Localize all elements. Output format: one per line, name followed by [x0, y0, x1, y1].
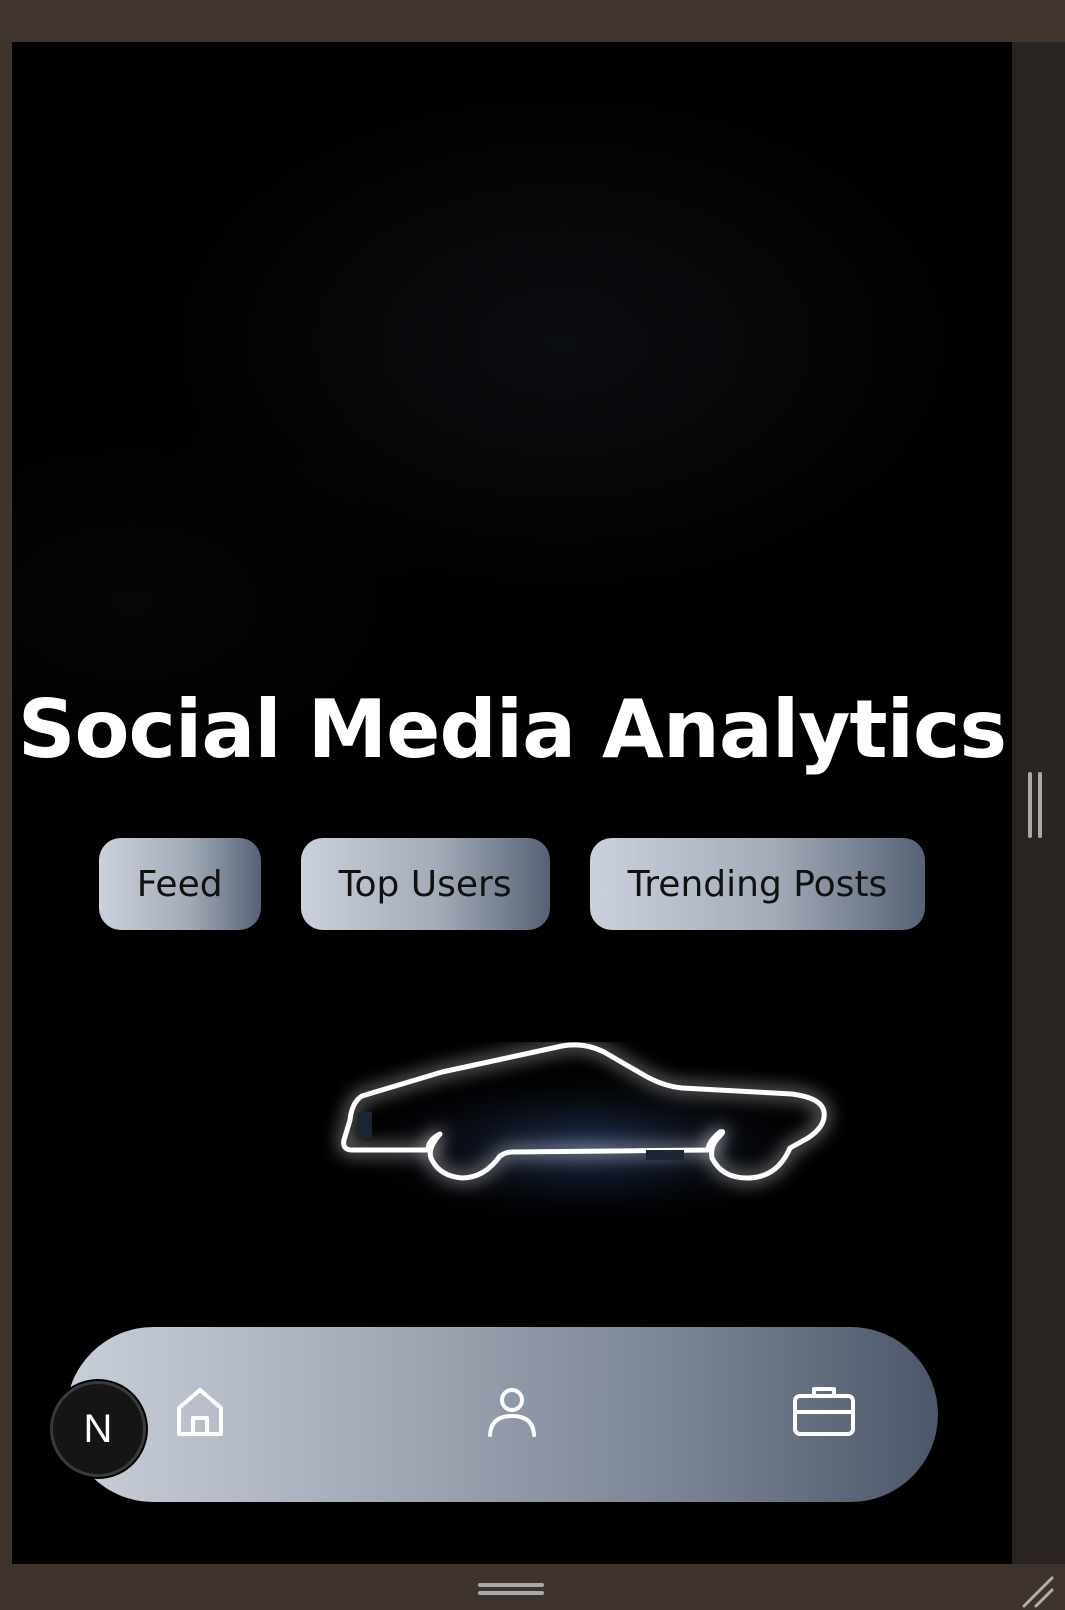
neon-car-illustration [327, 1042, 847, 1232]
window-frame: Social Media Analytics Feed Top Users Tr… [0, 0, 1065, 1610]
top-strip [0, 0, 1065, 42]
badge-letter: N [83, 1406, 113, 1451]
horizontal-resize-handle[interactable] [478, 1583, 544, 1599]
user-icon[interactable] [477, 1376, 547, 1446]
nextjs-badge[interactable]: N [50, 1381, 146, 1477]
briefcase-icon[interactable] [789, 1376, 859, 1446]
vertical-resize-handle[interactable] [1028, 772, 1048, 838]
resize-grip-icon[interactable] [1018, 1572, 1054, 1608]
tab-trending-posts[interactable]: Trending Posts [589, 838, 926, 930]
home-icon[interactable] [165, 1376, 235, 1446]
tab-top-users[interactable]: Top Users [300, 838, 550, 930]
page-title: Social Media Analytics [17, 683, 1007, 776]
tab-feed[interactable]: Feed [98, 838, 261, 930]
tab-bar: Feed Top Users Trending Posts [12, 838, 1012, 930]
